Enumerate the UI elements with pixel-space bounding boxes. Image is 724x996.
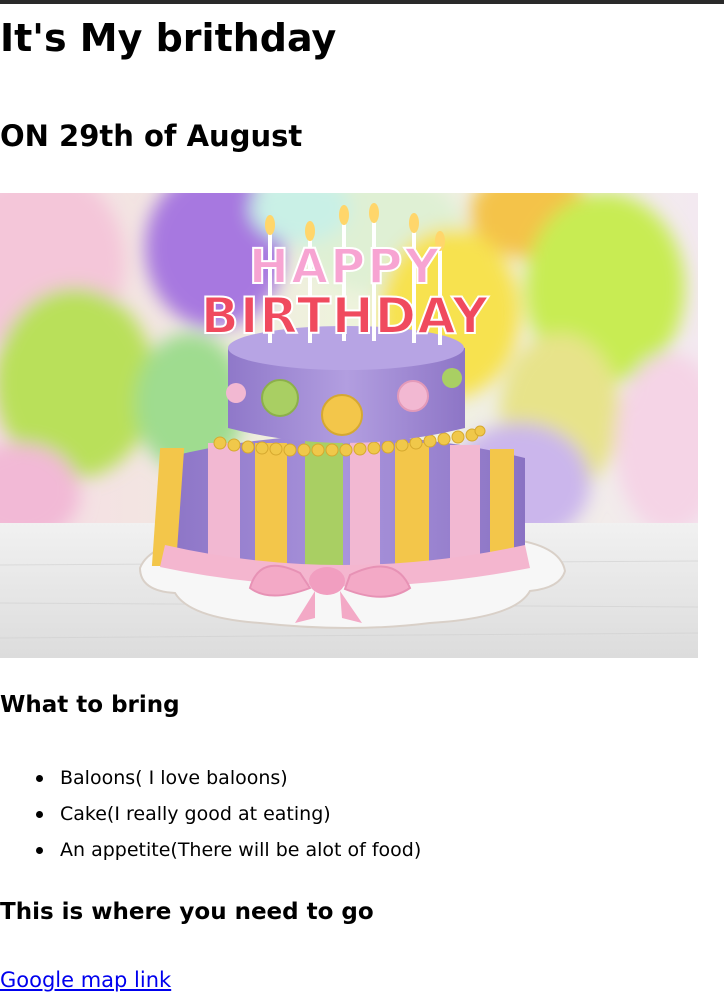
birthday-cake-image: HAPPY BIRTHDAY — [0, 193, 698, 658]
google-map-link[interactable]: Google map link — [0, 968, 171, 993]
cake-birthday-text: BIRTHDAY — [201, 287, 490, 345]
browser-top-edge — [0, 0, 724, 4]
list-item: Cake(I really good at eating) — [0, 796, 421, 832]
bring-list: Baloons( I love baloons) Cake(I really g… — [0, 760, 421, 868]
what-to-bring-heading: What to bring — [0, 692, 180, 718]
list-item-text: Baloons( I love baloons) — [60, 767, 288, 789]
list-item: An appetite(There will be alot of food) — [0, 832, 421, 868]
list-item-text: Cake(I really good at eating) — [60, 803, 331, 825]
bullet-icon — [36, 775, 43, 782]
page-title: It's My brithday — [0, 16, 337, 60]
page-subtitle: ON 29th of August — [0, 119, 303, 153]
directions-heading: This is where you need to go — [0, 899, 374, 925]
list-item: Baloons( I love baloons) — [0, 760, 421, 796]
bullet-icon — [36, 811, 43, 818]
bullet-icon — [36, 847, 43, 854]
list-item-text: An appetite(There will be alot of food) — [60, 839, 422, 861]
